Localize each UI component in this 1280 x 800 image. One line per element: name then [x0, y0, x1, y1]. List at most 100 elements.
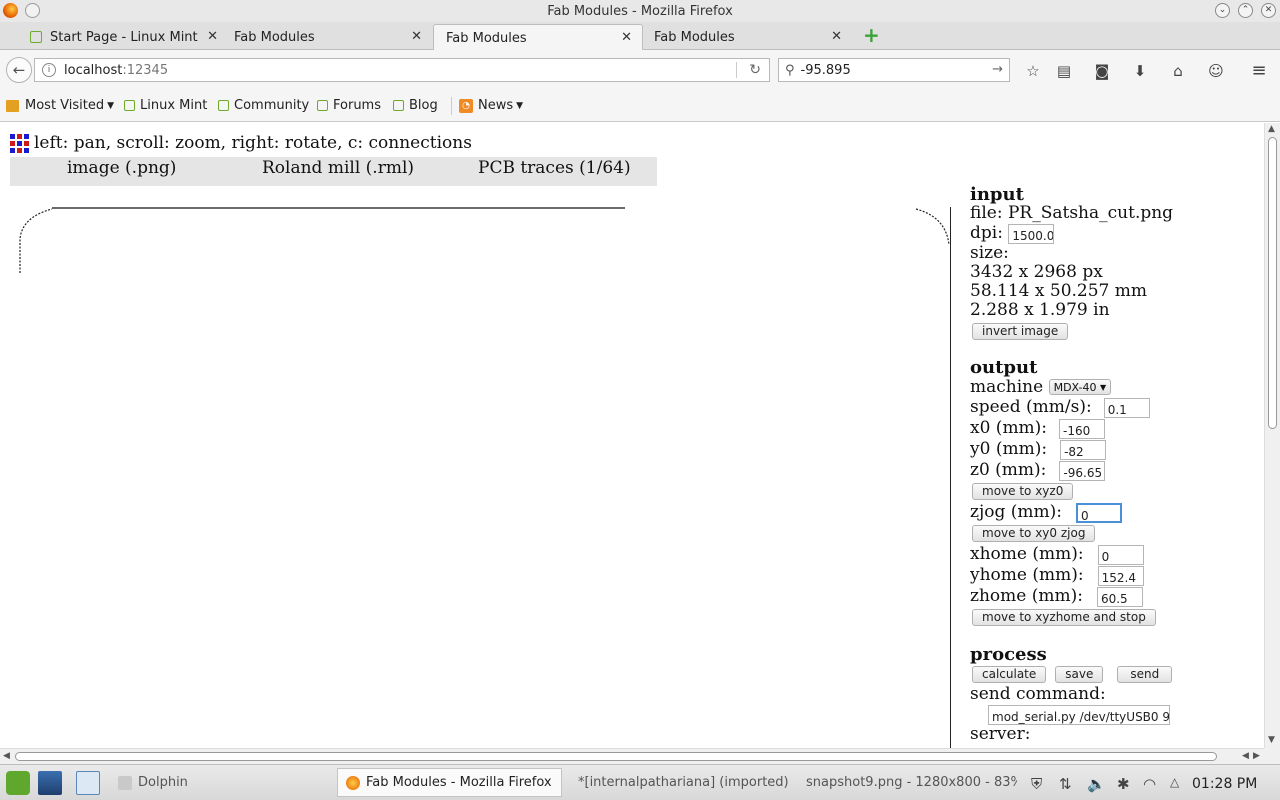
calculate-button[interactable]: calculate — [972, 666, 1047, 683]
tab-close-icon[interactable]: ✕ — [831, 29, 842, 44]
tray-expand-icon[interactable]: △ — [1170, 775, 1179, 789]
help-line: left: pan, scroll: zoom, right: rotate, … — [10, 133, 472, 153]
yhome-field[interactable]: 152.4 — [1097, 565, 1144, 586]
task-firefox[interactable]: Fab Modules - Mozilla Firefox — [337, 768, 562, 797]
y0-field[interactable]: -82 — [1060, 439, 1107, 460]
file-manager-icon[interactable] — [76, 771, 100, 795]
search-go-icon[interactable]: → — [992, 62, 1003, 77]
minimize-icon[interactable]: ⌄ — [1215, 3, 1230, 18]
tab-fab-modules-1[interactable]: Fab Modules ✕ — [222, 24, 432, 50]
tab-fab-modules-2[interactable]: Fab Modules ✕ — [433, 24, 643, 51]
machine-select[interactable]: MDX-40 ▼ — [1048, 379, 1112, 395]
horizontal-scroll-thumb[interactable] — [15, 752, 1217, 761]
navigation-bar: ← i localhost:12345 ↻ ⚲ -95.895 → ☆ ▤ ◙ … — [0, 50, 1280, 90]
module-image[interactable]: image (.png) — [67, 158, 176, 178]
site-info-icon[interactable]: i — [42, 63, 56, 77]
bookmark-separator — [451, 97, 452, 115]
zhome-label: zhome (mm): — [970, 586, 1083, 606]
tab-fab-modules-3[interactable]: Fab Modules ✕ — [642, 24, 852, 50]
size-in: 2.288 x 1.979 in — [970, 300, 1110, 320]
chat-icon[interactable]: ☺ — [1207, 62, 1225, 80]
bookmark-label: News — [478, 98, 514, 113]
close-window-icon[interactable]: ✕ — [1261, 3, 1276, 18]
file-name: PR_Satsha_cut.png — [1007, 203, 1174, 223]
x0-field[interactable]: -160 — [1059, 418, 1106, 439]
send-button[interactable]: send — [1117, 666, 1173, 683]
pocket-icon[interactable]: ◙ — [1093, 62, 1111, 80]
linux-mint-icon — [218, 100, 229, 111]
z0-field[interactable]: -96.65 — [1059, 460, 1106, 481]
reload-icon[interactable]: ↻ — [749, 62, 761, 78]
tab-close-icon[interactable]: ✕ — [207, 29, 218, 44]
bookmark-linux-mint[interactable]: Linux Mint — [124, 98, 207, 113]
process-heading: process — [970, 644, 1047, 665]
toolpath-canvas[interactable] — [0, 193, 950, 748]
scroll-up-icon[interactable]: ▲ — [1268, 124, 1275, 134]
tab-bar: Start Page - Linux Mint ✕ Fab Modules ✕ … — [0, 22, 1280, 51]
save-button[interactable]: save — [1055, 666, 1104, 683]
reading-list-icon[interactable]: ▤ — [1055, 62, 1073, 80]
horizontal-scrollbar[interactable]: ◀ ◀ ▶ — [0, 748, 1264, 764]
url-bar[interactable]: i localhost:12345 ↻ — [34, 58, 770, 82]
bookmark-blog[interactable]: Blog — [393, 98, 438, 113]
bookmark-star-icon[interactable]: ☆ — [1024, 62, 1042, 80]
module-pcb-traces[interactable]: PCB traces (1/64) — [478, 158, 631, 178]
search-input[interactable]: -95.895 — [801, 63, 851, 78]
tab-close-icon[interactable]: ✕ — [621, 30, 632, 45]
toolpath-curve-right — [915, 208, 950, 246]
bookmark-news[interactable]: ◔ News ▼ — [459, 98, 523, 113]
shield-icon[interactable]: ⛨ — [1031, 775, 1042, 793]
bookmark-forums[interactable]: Forums — [317, 98, 381, 113]
network-icon[interactable]: ⇅ — [1059, 775, 1072, 793]
speed-field[interactable]: 0.1 — [1103, 397, 1150, 418]
scroll-right-icon[interactable]: ▶ — [1253, 751, 1260, 761]
tab-start-page[interactable]: Start Page - Linux Mint ✕ — [18, 24, 228, 50]
back-button[interactable]: ← — [6, 57, 32, 83]
size-label: size: — [970, 243, 1009, 263]
bookmark-most-visited[interactable]: Most Visited ▼ — [6, 98, 114, 113]
bookmarks-toolbar: Most Visited ▼ Linux Mint Community Foru… — [0, 90, 1280, 122]
z0-label: z0 (mm): — [970, 460, 1047, 480]
server-label: server: — [970, 724, 1031, 744]
bookmark-label: Linux Mint — [140, 98, 208, 113]
task-gimp[interactable]: *[internalpathariana] (imported)- — [564, 768, 789, 797]
send-command-field[interactable]: mod_serial.py /dev/ttyUSB0 9 — [988, 704, 1170, 725]
task-label: *[internalpathariana] (imported)- — [578, 775, 789, 790]
scroll-left-icon[interactable]: ◀ — [3, 751, 10, 761]
vertical-scroll-thumb[interactable] — [1268, 137, 1277, 429]
dpi-field[interactable]: 1500.0 — [1008, 223, 1055, 244]
search-bar[interactable]: ⚲ -95.895 → — [778, 58, 1010, 82]
fab-modules-logo-icon[interactable] — [10, 133, 29, 153]
task-dolphin[interactable]: Dolphin — [110, 768, 330, 797]
tab-close-icon[interactable]: ✕ — [411, 29, 422, 44]
module-roland-mill[interactable]: Roland mill (.rml) — [262, 158, 414, 178]
vertical-scrollbar[interactable]: ▲ ▼ — [1264, 123, 1280, 748]
module-bar: image (.png) Roland mill (.rml) PCB trac… — [10, 157, 657, 186]
xhome-field[interactable]: 0 — [1097, 544, 1144, 565]
window-menu-icon[interactable] — [25, 3, 40, 18]
bluetooth-icon[interactable]: ✱ — [1117, 775, 1130, 793]
firefox-icon — [346, 775, 360, 790]
home-icon[interactable]: ⌂ — [1169, 62, 1187, 80]
zjog-field[interactable]: 0 — [1075, 502, 1122, 523]
maximize-icon[interactable]: ⌃ — [1238, 3, 1253, 18]
zjog-label: zjog (mm): — [970, 502, 1062, 522]
task-image-viewer[interactable]: snapshot9.png - 1280x800 - 83% — [792, 768, 1017, 797]
volume-icon[interactable]: 🔈 — [1087, 775, 1106, 793]
clock: 01:28 PM — [1192, 776, 1258, 792]
new-tab-icon[interactable]: + — [863, 25, 880, 45]
bookmark-community[interactable]: Community — [218, 98, 309, 113]
move-to-xyz0-button[interactable]: move to xyz0 — [972, 483, 1074, 500]
move-to-xyzhome-button[interactable]: move to xyzhome and stop — [972, 609, 1156, 626]
scroll-down-icon[interactable]: ▼ — [1268, 735, 1275, 745]
move-to-xy0-zjog-button[interactable]: move to xy0 zjog — [972, 525, 1096, 542]
rss-icon: ◔ — [459, 98, 473, 113]
mint-menu-icon[interactable] — [6, 771, 30, 795]
hamburger-menu-icon[interactable]: ≡ — [1250, 62, 1268, 80]
invert-image-button[interactable]: invert image — [972, 323, 1069, 340]
scroll-right-icon[interactable]: ◀ — [1242, 751, 1249, 761]
show-desktop-icon[interactable] — [38, 771, 62, 795]
zhome-field[interactable]: 60.5 — [1096, 586, 1143, 607]
downloads-icon[interactable]: ⬇ — [1131, 62, 1149, 80]
wifi-icon[interactable]: ◠ — [1143, 775, 1156, 793]
